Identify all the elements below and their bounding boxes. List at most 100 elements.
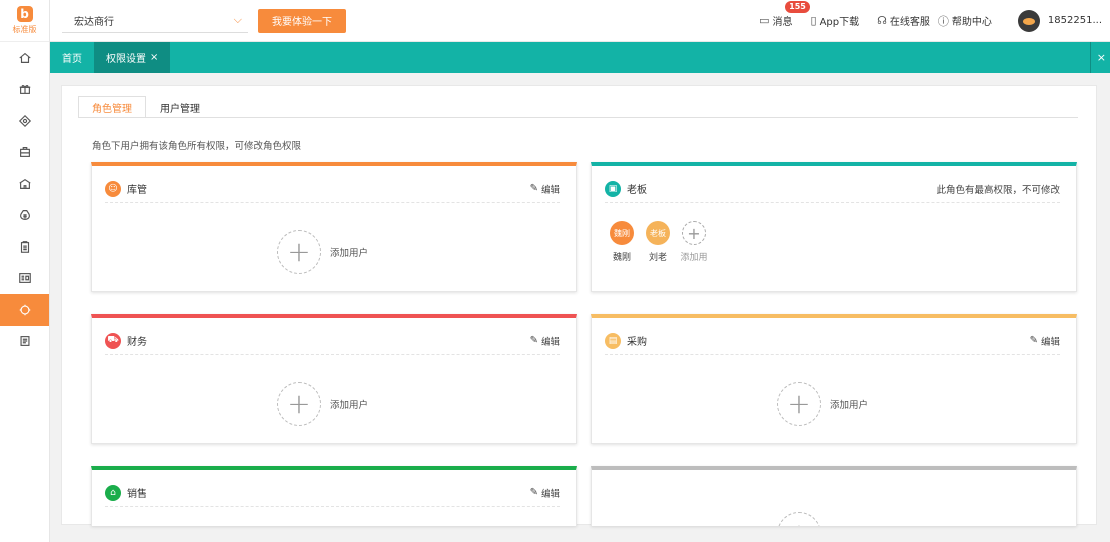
username[interactable]: 1852251... [1048, 15, 1102, 26]
chart-icon: ▤ [605, 332, 621, 349]
headset-icon: ☊ [877, 14, 887, 27]
help-center-label: 帮助中心 [951, 17, 992, 28]
chevron-down-icon: ⌵ [233, 13, 242, 26]
shop-icon: ⌂ [105, 484, 121, 501]
add-user-button[interactable]: + 添加用户 [777, 382, 868, 426]
edit-button[interactable]: ✎ 编辑 [1030, 334, 1060, 348]
help-icon: ⓘ [937, 14, 949, 28]
role-note: 此角色有最高权限，不可修改 [936, 184, 1060, 196]
logo-text: 标准版 [12, 25, 37, 34]
subtab-user-management[interactable]: 用户管理 [146, 96, 214, 118]
sidebar-item-money[interactable] [0, 200, 49, 232]
role-title: 老板 [627, 185, 647, 196]
member-item[interactable]: 老板 刘老 [640, 221, 676, 263]
tab-home[interactable]: 首页 [50, 42, 94, 73]
settings-icon [19, 304, 30, 315]
edit-icon: ✎ [529, 183, 538, 194]
person-icon: ☺ [105, 180, 121, 197]
sidebar-item-gift[interactable] [0, 74, 49, 106]
phone-icon: ▯ [810, 14, 817, 27]
chat-icon: ▣ [605, 180, 621, 197]
online-service-link[interactable]: ☊ 在线客服 [877, 13, 930, 28]
card-header: ⌂ 销售 ✎ 编辑 [105, 479, 560, 507]
role-user-tabs: 角色管理 用户管理 [78, 96, 214, 118]
id-card-icon [18, 273, 31, 284]
sidebar-item-tag[interactable] [0, 105, 49, 137]
money-icon [19, 210, 30, 221]
plus-icon: + [277, 382, 321, 426]
store-name: 宏达商行 [74, 16, 114, 28]
sidebar-item-clipboard[interactable] [0, 231, 49, 263]
close-all-tabs-icon[interactable]: × [1089, 42, 1110, 73]
sidebar-item-store[interactable] [0, 168, 49, 200]
role-title: 销售 [127, 489, 147, 500]
add-user-button[interactable]: + 添加用户 [277, 230, 368, 274]
store-icon [18, 178, 31, 189]
messages-link[interactable]: ▭ 消息 155 [759, 1, 810, 28]
sidebar-item-bag[interactable] [0, 137, 49, 169]
try-button[interactable]: 我要体验一下 [258, 8, 346, 33]
subtab-role-management[interactable]: 角色管理 [78, 96, 146, 118]
role-card-boss: ▣ 老板 此角色有最高权限，不可修改 魏刚 魏刚 老板 刘老 + 添加用 [591, 162, 1077, 292]
logo-mark: b [16, 6, 33, 22]
help-center-link[interactable]: ⓘ 帮助中心 [938, 13, 992, 29]
cart-icon: ⛟ [105, 332, 121, 349]
plus-icon: + [777, 512, 821, 526]
sidebar-item-document[interactable] [0, 326, 49, 358]
tag-icon [18, 114, 31, 127]
online-service-label: 在线客服 [889, 17, 930, 28]
document-icon [19, 336, 30, 347]
sidebar-item-settings[interactable] [0, 294, 49, 326]
tab-permission-settings[interactable]: 权限设置 × [94, 42, 171, 73]
plus-icon: + [777, 382, 821, 426]
add-user-label: 添加用户 [330, 400, 369, 411]
card-header: ▤ 采购 ✎ 编辑 [605, 327, 1060, 355]
edit-button[interactable]: ✎ 编辑 [530, 486, 560, 500]
add-role-card[interactable]: + [591, 466, 1077, 526]
app-logo[interactable]: b 标准版 [0, 0, 49, 42]
role-hint: 角色下用户拥有该角色所有权限，可修改角色权限 [92, 141, 302, 152]
plus-icon: + [682, 221, 706, 245]
edit-icon: ✎ [1029, 335, 1038, 346]
app-download-link[interactable]: ▯ App下载 [811, 13, 860, 28]
member-name: 刘老 [648, 253, 667, 263]
top-right-links: ▭ 消息 155 ▯ App下载 ☊ 在线客服 ⓘ 帮助中心 1852251..… [759, 0, 1110, 42]
add-member-label: 添加用 [680, 253, 708, 263]
messages-label: 消息 [772, 17, 793, 28]
plus-icon: + [277, 230, 321, 274]
tab-label: 首页 [62, 54, 82, 65]
add-member-button[interactable]: + 添加用 [676, 221, 712, 263]
clipboard-icon [20, 240, 29, 253]
member-list: 魏刚 魏刚 老板 刘老 + 添加用 [604, 221, 712, 263]
edit-label: 编辑 [540, 336, 560, 348]
main-panel: 角色管理 用户管理 角色下用户拥有该角色所有权限，可修改角色权限 ☺ 库管 ✎ … [61, 85, 1097, 526]
store-select[interactable]: 宏达商行 ⌵ [62, 9, 248, 33]
edit-button[interactable]: ✎ 编辑 [530, 182, 560, 196]
edit-icon: ✎ [529, 335, 538, 346]
sidebar-item-id-card[interactable] [0, 263, 49, 295]
add-user-label: 添加用户 [330, 248, 369, 259]
left-sidebar: b 标准版 [0, 0, 50, 542]
role-card-finance: ⛟ 财务 ✎ 编辑 + 添加用户 [91, 314, 577, 444]
message-count-badge: 155 [785, 1, 810, 13]
subtabs-divider [78, 117, 1078, 118]
tab-bar: 首页 权限设置 × × [50, 42, 1110, 73]
top-bar: 宏达商行 ⌵ 我要体验一下 ▭ 消息 155 ▯ App下载 ☊ 在线客服 ⓘ … [50, 0, 1110, 42]
user-avatar[interactable] [1017, 9, 1040, 32]
card-header: ▣ 老板 此角色有最高权限，不可修改 [605, 175, 1060, 203]
edit-label: 编辑 [540, 184, 560, 196]
tab-close-icon[interactable]: × [150, 52, 158, 63]
edit-label: 编辑 [540, 488, 560, 500]
message-icon: ▭ [759, 14, 770, 27]
sidebar-item-home[interactable] [0, 42, 49, 74]
add-user-label: 添加用户 [830, 400, 869, 411]
card-header: ⛟ 财务 ✎ 编辑 [105, 327, 560, 355]
home-icon [18, 52, 31, 63]
tab-label: 权限设置 [106, 54, 146, 65]
role-title: 财务 [127, 337, 147, 348]
member-item[interactable]: 魏刚 魏刚 [604, 221, 640, 263]
edit-button[interactable]: ✎ 编辑 [530, 334, 560, 348]
role-card-sales: ⌂ 销售 ✎ 编辑 [91, 466, 577, 526]
add-user-button[interactable]: + 添加用户 [277, 382, 368, 426]
role-card-purchasing: ▤ 采购 ✎ 编辑 + 添加用户 [591, 314, 1077, 444]
